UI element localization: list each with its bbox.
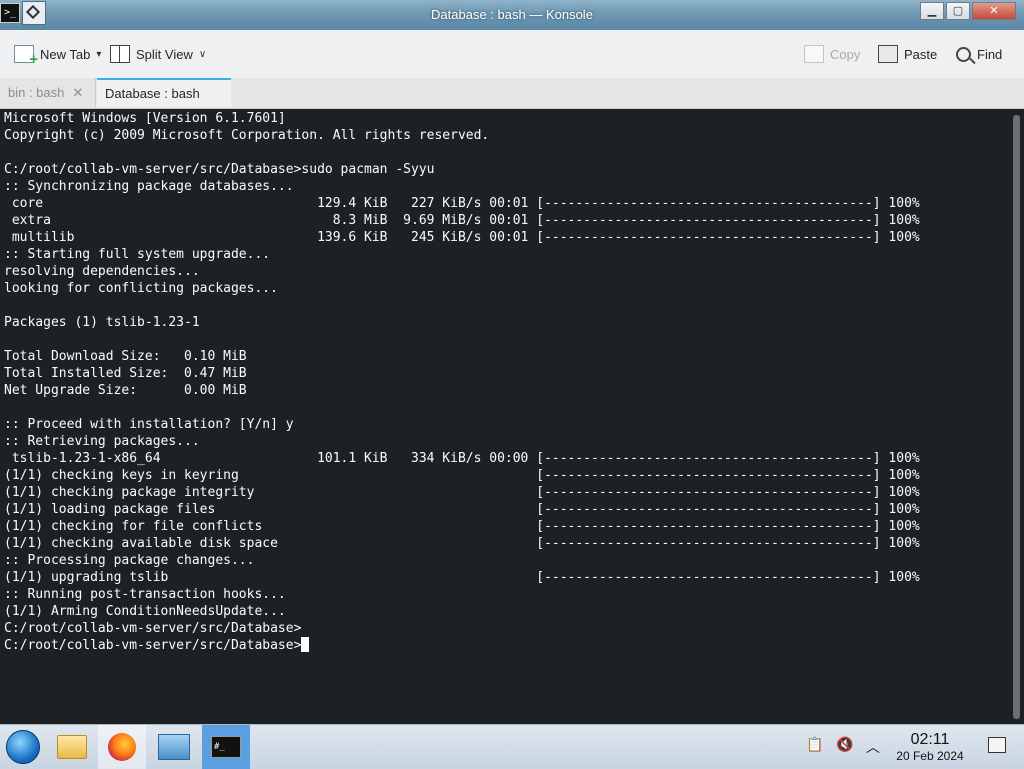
new-tab-icon [14, 45, 38, 68]
konsole-toolbar: New Tab ▾ Split View ∨ Copy Paste Find [0, 30, 1024, 79]
terminal-line: Net Upgrade Size: 0.00 MiB [4, 383, 247, 398]
terminal-line: (1/1) Arming ConditionNeedsUpdate... [4, 604, 286, 619]
terminal-line: tslib-1.23-1-x86_64 101.1 KiB 334 KiB/s … [4, 451, 920, 466]
clock-date: 20 Feb 2024 [896, 749, 964, 763]
terminal-line: (1/1) checking keys in keyring [--------… [4, 468, 920, 483]
terminal-line: core 129.4 KiB 227 KiB/s 00:01 [--------… [4, 196, 920, 211]
terminal-line: :: Proceed with installation? [Y/n] y [4, 417, 294, 432]
paste-button[interactable]: Paste [878, 42, 937, 66]
window-title: Database : bash — Konsole [431, 7, 593, 22]
terminal-line: C:/root/collab-vm-server/src/Database>su… [4, 162, 435, 177]
terminal-line: Microsoft Windows [Version 6.1.7601] [4, 111, 286, 126]
split-view-icon [110, 45, 130, 63]
terminal-line: Packages (1) tslib-1.23-1 [4, 315, 200, 330]
maximize-button[interactable]: ▢ [946, 2, 970, 20]
terminal-line: Total Installed Size: 0.47 MiB [4, 366, 247, 381]
remote-desktop-icon [158, 734, 190, 760]
new-tab-label: New Tab [40, 46, 91, 62]
minimize-button[interactable]: ▁ [920, 2, 944, 20]
copy-button[interactable]: Copy [804, 42, 860, 66]
paste-icon [878, 45, 898, 63]
terminal-output[interactable]: Microsoft Windows [Version 6.1.7601] Copy… [0, 109, 1010, 723]
terminal-line: extra 8.3 MiB 9.69 MiB/s 00:01 [--------… [4, 213, 920, 228]
tab-bar: bin : bash ✕ Database : bash [0, 78, 1024, 109]
close-window-button[interactable]: ✕ [972, 2, 1016, 20]
scrollbar-thumb[interactable] [1013, 115, 1020, 719]
terminal-line: :: Processing package changes... [4, 553, 255, 568]
paste-label: Paste [904, 46, 938, 62]
terminal-line: :: Synchronizing package databases... [4, 179, 294, 194]
find-label: Find [977, 46, 1003, 62]
copy-label: Copy [830, 46, 861, 62]
windows-orb-icon [6, 730, 40, 764]
terminal-line: Copyright (c) 2009 Microsoft Corporation… [4, 128, 490, 143]
terminal-icon: #_ [211, 736, 241, 758]
find-button[interactable]: Find [956, 42, 1002, 66]
terminal-line: C:/root/collab-vm-server/src/Database> [4, 621, 302, 636]
split-view-label: Split View [136, 46, 193, 62]
new-tab-button[interactable]: New Tab ▾ [14, 42, 101, 68]
terminal-line: looking for conflicting packages... [4, 281, 278, 296]
tab-label: Database : bash [105, 86, 200, 101]
clipboard-icon[interactable]: 📋 [806, 737, 824, 755]
split-view-button[interactable]: Split View ∨ [110, 42, 206, 66]
tab-label: bin : bash [8, 85, 65, 100]
taskbar-konsole[interactable]: #_ [202, 725, 250, 769]
chevron-down-icon[interactable]: ∨ [199, 49, 206, 60]
new-tab-dropdown-icon[interactable]: ▾ [96, 49, 101, 60]
terminal-line: (1/1) loading package files [-----------… [4, 502, 920, 517]
volume-muted-icon[interactable]: 🔇 [836, 737, 854, 755]
tab-database-bash[interactable]: Database : bash [97, 78, 231, 107]
taskbar-file-explorer[interactable] [48, 725, 96, 769]
terminal-line: C:/root/collab-vm-server/src/Database> [4, 637, 1006, 654]
terminal-scrollbar[interactable] [1010, 109, 1024, 723]
terminal-line: (1/1) upgrading tslib [-----------------… [4, 570, 920, 585]
tab-bin-bash[interactable]: bin : bash ✕ [0, 78, 96, 107]
terminal-line: :: Running post-transaction hooks... [4, 587, 286, 602]
firefox-icon [108, 733, 136, 761]
show-hidden-icons-icon[interactable]: ︿ [864, 737, 882, 756]
clock-time: 02:11 [910, 731, 950, 748]
terminal-line: :: Starting full system upgrade... [4, 247, 271, 262]
show-desktop-icon[interactable] [988, 737, 1006, 753]
close-tab-icon[interactable]: ✕ [72, 85, 83, 101]
terminal-line: (1/1) checking package integrity [------… [4, 485, 920, 500]
folder-icon [57, 735, 87, 759]
terminal-line: multilib 139.6 KiB 245 KiB/s 00:01 [----… [4, 230, 920, 245]
terminal-line: (1/1) checking available disk space [---… [4, 536, 920, 551]
terminal-line: Total Download Size: 0.10 MiB [4, 349, 247, 364]
window-titlebar[interactable]: >_ Database : bash — Konsole ▁ ▢ ✕ [0, 0, 1024, 30]
taskbar-remote-desktop[interactable] [150, 725, 198, 769]
start-button[interactable] [0, 725, 46, 769]
search-icon [956, 46, 971, 62]
clock[interactable]: 02:11 20 Feb 2024 [886, 731, 974, 763]
terminal-line: (1/1) checking for file conflicts [-----… [4, 519, 920, 534]
terminal-line: resolving dependencies... [4, 264, 200, 279]
taskbar-firefox[interactable] [98, 725, 146, 769]
terminal-line: :: Retrieving packages... [4, 434, 200, 449]
taskbar: #_ 📋 🔇 ︿ 02:11 20 Feb 2024 [0, 724, 1024, 769]
terminal-cursor [301, 637, 310, 652]
copy-icon [804, 45, 824, 63]
